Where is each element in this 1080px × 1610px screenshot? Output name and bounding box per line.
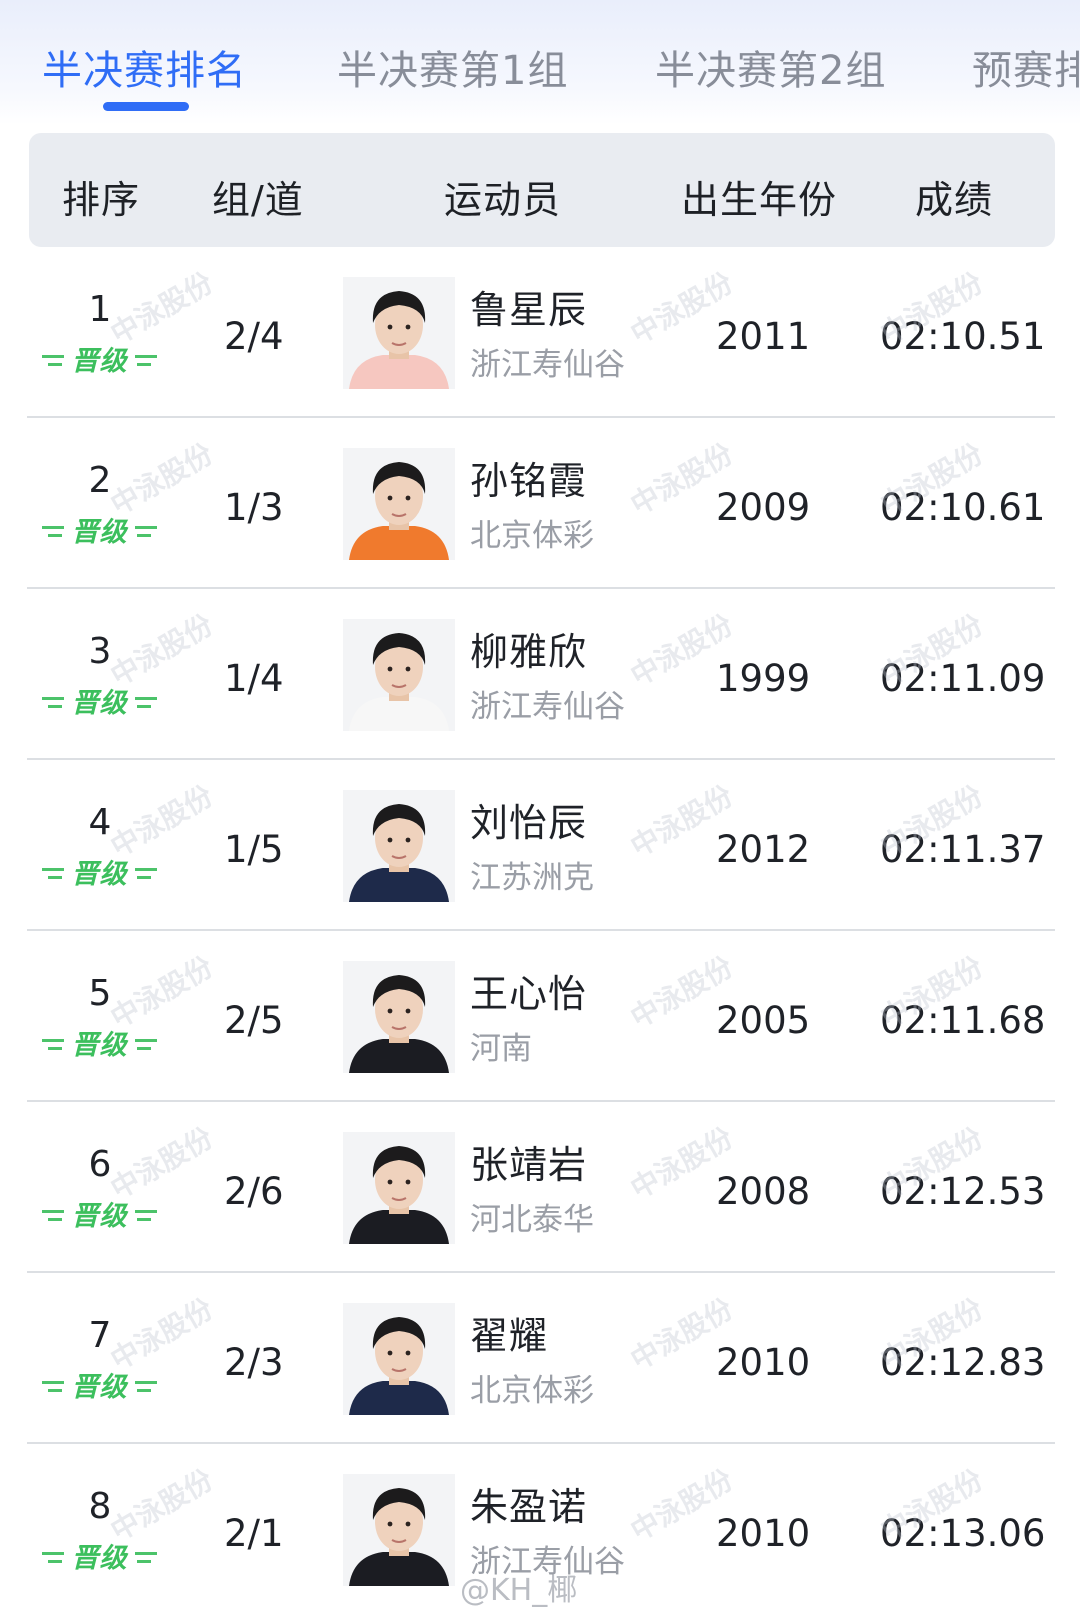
group-lane: 1/4 (224, 657, 284, 700)
result-time: 02:11.37 (880, 828, 1046, 871)
result-time: 02:12.83 (880, 1341, 1046, 1384)
qualified-badge: 晋级 (42, 852, 157, 890)
athlete-photo (343, 277, 455, 389)
rank-number: 8 (88, 1486, 112, 1527)
header-rank: 排序 (62, 178, 141, 222)
qualified-badge-label: 晋级 (71, 1030, 128, 1061)
table-row[interactable]: 3 晋级 1/4 柳雅欣 浙江寿仙谷 1999 02:11.09 中泳股份 中泳… (0, 589, 1080, 760)
qualified-badge-label: 晋级 (71, 1201, 128, 1232)
rank-number: 7 (88, 1315, 112, 1356)
athlete-photo (343, 1303, 455, 1415)
birth-year: 2010 (716, 1341, 811, 1384)
header-birth-year: 出生年份 (681, 178, 838, 222)
qualified-badge-label: 晋级 (71, 1543, 128, 1574)
athlete-photo (343, 961, 455, 1073)
active-tab-indicator (103, 102, 189, 111)
table-row[interactable]: 7 晋级 2/3 翟耀 北京体彩 2010 02:12.83 中泳股份 中泳股份… (0, 1273, 1080, 1444)
tab-prelim-ranking[interactable]: 预赛排 (972, 38, 1080, 96)
group-lane: 1/3 (224, 486, 284, 529)
athlete-name: 柳雅欣 (470, 630, 588, 674)
results-page: 半决赛排名 半决赛第1组 半决赛第2组 预赛排 排序 组/道 运动员 出生年份 … (0, 0, 1080, 1610)
qualified-badge-label: 晋级 (71, 517, 128, 548)
result-time: 02:12.53 (880, 1170, 1046, 1213)
rank-number: 1 (88, 289, 112, 330)
athlete-name: 孙铭霞 (470, 459, 588, 503)
table-row[interactable]: 1 晋级 2/4 鲁星辰 浙江寿仙谷 2011 02:10.51 中泳股份 中泳… (0, 247, 1080, 418)
athlete-photo (343, 1474, 455, 1586)
tab-semifinal-group-1[interactable]: 半决赛第1组 (337, 38, 568, 96)
athlete-name: 张靖岩 (470, 1143, 588, 1187)
group-lane: 2/4 (224, 315, 284, 358)
athlete-photo (343, 619, 455, 731)
athlete-name: 刘怡辰 (470, 801, 588, 845)
group-lane: 2/1 (224, 1512, 284, 1555)
header-athlete: 运动员 (444, 178, 562, 222)
athlete-team: 河北泰华 (470, 1202, 594, 1238)
athlete-photo (343, 448, 455, 560)
table-row[interactable]: 5 晋级 2/5 王心怡 河南 2005 02:11.68 中泳股份 中泳股份 … (0, 931, 1080, 1102)
result-time: 02:13.06 (880, 1512, 1046, 1555)
birth-year: 2009 (716, 486, 811, 529)
rank-number: 2 (88, 460, 112, 501)
qualified-badge: 晋级 (42, 510, 157, 548)
tab-semifinal-ranking[interactable]: 半决赛排名 (42, 38, 247, 96)
header-result: 成绩 (915, 178, 994, 222)
result-time: 02:11.68 (880, 999, 1046, 1042)
qualified-badge-label: 晋级 (71, 1372, 128, 1403)
header-group-lane: 组/道 (212, 178, 304, 222)
table-row[interactable]: 6 晋级 2/6 张靖岩 河北泰华 2008 02:12.53 中泳股份 中泳股… (0, 1102, 1080, 1273)
credit-watermark: @KH_椰 (460, 1573, 578, 1608)
result-time: 02:10.61 (880, 486, 1046, 529)
qualified-badge-label: 晋级 (71, 346, 128, 377)
table-header: 排序 组/道 运动员 出生年份 成绩 (29, 133, 1055, 247)
rank-number: 5 (88, 973, 112, 1014)
qualified-badge: 晋级 (42, 1365, 157, 1403)
birth-year: 1999 (716, 657, 811, 700)
rank-number: 6 (88, 1144, 112, 1185)
athlete-team: 河南 (470, 1031, 532, 1067)
birth-year: 2010 (716, 1512, 811, 1555)
birth-year: 2011 (716, 315, 811, 358)
qualified-badge: 晋级 (42, 339, 157, 377)
qualified-badge: 晋级 (42, 1194, 157, 1232)
birth-year: 2008 (716, 1170, 811, 1213)
athlete-name: 鲁星辰 (470, 288, 588, 332)
birth-year: 2005 (716, 999, 811, 1042)
qualified-badge-label: 晋级 (71, 688, 128, 719)
athlete-name: 翟耀 (470, 1314, 549, 1358)
athlete-name: 王心怡 (470, 972, 588, 1016)
results-table: 1 晋级 2/4 鲁星辰 浙江寿仙谷 2011 02:10.51 中泳股份 中泳… (0, 247, 1080, 1610)
athlete-photo (343, 1132, 455, 1244)
athlete-name: 朱盈诺 (470, 1485, 588, 1529)
athlete-team: 北京体彩 (470, 518, 594, 554)
athlete-team: 北京体彩 (470, 1373, 594, 1409)
qualified-badge-label: 晋级 (71, 859, 128, 890)
rank-number: 3 (88, 631, 112, 672)
qualified-badge: 晋级 (42, 1023, 157, 1061)
group-lane: 2/3 (224, 1341, 284, 1384)
athlete-team: 江苏洲克 (470, 860, 594, 896)
result-time: 02:10.51 (880, 315, 1046, 358)
athlete-team: 浙江寿仙谷 (470, 347, 625, 383)
athlete-photo (343, 790, 455, 902)
group-lane: 1/5 (224, 828, 284, 871)
tab-semifinal-group-2[interactable]: 半决赛第2组 (655, 38, 886, 96)
group-lane: 2/6 (224, 1170, 284, 1213)
rank-number: 4 (88, 802, 112, 843)
qualified-badge: 晋级 (42, 1536, 157, 1574)
table-row[interactable]: 2 晋级 1/3 孙铭霞 北京体彩 2009 02:10.61 中泳股份 中泳股… (0, 418, 1080, 589)
table-row[interactable]: 4 晋级 1/5 刘怡辰 江苏洲克 2012 02:11.37 中泳股份 中泳股… (0, 760, 1080, 931)
birth-year: 2012 (716, 828, 811, 871)
result-time: 02:11.09 (880, 657, 1046, 700)
tab-bar: 半决赛排名 半决赛第1组 半决赛第2组 预赛排 (0, 0, 1080, 125)
qualified-badge: 晋级 (42, 681, 157, 719)
group-lane: 2/5 (224, 999, 284, 1042)
athlete-team: 浙江寿仙谷 (470, 689, 625, 725)
